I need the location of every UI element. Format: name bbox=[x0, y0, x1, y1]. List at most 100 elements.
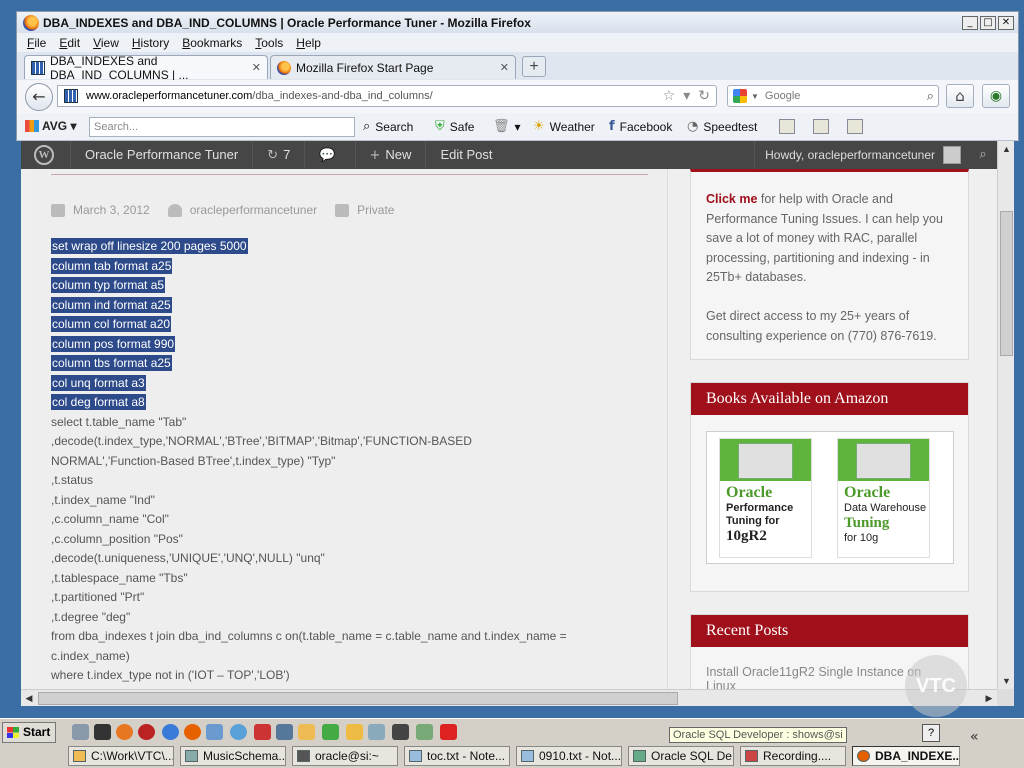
app-icon[interactable] bbox=[368, 724, 385, 740]
task-recording[interactable]: Recording.... bbox=[740, 746, 846, 766]
comments-link[interactable]: 💬 bbox=[304, 141, 354, 169]
google-icon[interactable] bbox=[733, 89, 747, 103]
site-identity-icon[interactable] bbox=[64, 89, 78, 103]
book-cover-data-warehouse[interactable]: Oracle Data Warehouse Tuning for 10g bbox=[837, 438, 930, 558]
tab-firefox-start[interactable]: Mozilla Firefox Start Page ✕ bbox=[270, 55, 516, 79]
back-button[interactable]: ← bbox=[25, 83, 53, 111]
speedtest-button[interactable]: ◔ Speedtest bbox=[687, 119, 757, 134]
task-0910-notepad[interactable]: 0910.txt - Not... bbox=[516, 746, 622, 766]
wordpress-icon[interactable]: W bbox=[34, 145, 54, 165]
home-button[interactable]: ⌂ bbox=[946, 84, 974, 108]
scroll-left-icon[interactable]: ◀ bbox=[21, 690, 37, 707]
post-date[interactable]: March 3, 2012 bbox=[73, 203, 150, 217]
url-bar[interactable]: www.oracleperformancetuner.com/dba_index… bbox=[57, 85, 717, 107]
new-content-link[interactable]: + New bbox=[354, 141, 426, 169]
filezilla-icon[interactable] bbox=[254, 724, 271, 740]
facebook-button[interactable]: f Facebook bbox=[609, 119, 672, 134]
new-tab-button[interactable]: + bbox=[522, 56, 546, 77]
tab-label: DBA_INDEXES and DBA_IND_COLUMNS | ... bbox=[50, 53, 189, 82]
task-oracle-terminal[interactable]: oracle@si:~ bbox=[292, 746, 398, 766]
scroll-thumb[interactable] bbox=[38, 692, 678, 705]
scroll-down-icon[interactable]: ▼ bbox=[998, 673, 1015, 689]
weather-icon: ☀ bbox=[533, 119, 545, 134]
bookmark-star-icon[interactable]: ☆ bbox=[663, 88, 676, 104]
weather-button[interactable]: ☀ Weather bbox=[533, 119, 595, 134]
scroll-right-icon[interactable]: ▶ bbox=[981, 690, 997, 707]
site-name-link[interactable]: Oracle Performance Tuner bbox=[70, 141, 252, 169]
menu-history[interactable]: History bbox=[132, 36, 169, 50]
menu-view[interactable]: View bbox=[93, 36, 119, 50]
search-placeholder: Google bbox=[764, 90, 801, 102]
code-line: ,t.index_name "Ind" bbox=[51, 492, 155, 507]
tab-label: Mozilla Firefox Start Page bbox=[296, 60, 434, 75]
tab-close-icon[interactable]: ✕ bbox=[252, 61, 261, 74]
scroll-thumb[interactable] bbox=[1000, 211, 1013, 356]
firefox-icon[interactable] bbox=[184, 724, 201, 740]
search-icon[interactable]: ⌕ bbox=[969, 141, 997, 169]
scroll-up-icon[interactable]: ▲ bbox=[998, 141, 1015, 157]
horizontal-scrollbar[interactable]: ◀ ▶ bbox=[21, 689, 997, 706]
edit-post-link[interactable]: Edit Post bbox=[425, 141, 506, 169]
post-status[interactable]: Private bbox=[357, 203, 394, 217]
eye-icon[interactable]: ◉ bbox=[982, 84, 1010, 108]
app-icon[interactable] bbox=[322, 724, 339, 740]
task-firefox[interactable]: DBA_INDEXE... bbox=[852, 746, 960, 766]
menu-tools[interactable]: Tools bbox=[255, 36, 283, 50]
quicklaunch-icon[interactable] bbox=[72, 724, 89, 740]
task-toc-notepad[interactable]: toc.txt - Note... bbox=[404, 746, 510, 766]
safe-button[interactable]: ⛨ Safe bbox=[435, 119, 474, 134]
avg-search-button[interactable]: ⌕ Search bbox=[363, 119, 413, 134]
avg-search-input[interactable]: Search... bbox=[89, 117, 355, 137]
code-block[interactable]: set wrap off linesize 200 pages 5000 col… bbox=[51, 237, 651, 686]
tab-dba-indexes[interactable]: DBA_INDEXES and DBA_IND_COLUMNS | ... ✕ bbox=[24, 53, 268, 82]
maximize-button[interactable]: □ bbox=[980, 15, 996, 30]
chevron-left-icon[interactable]: « bbox=[970, 729, 979, 745]
divider bbox=[51, 174, 648, 175]
menu-bookmarks[interactable]: Bookmarks bbox=[182, 36, 242, 50]
ie-icon[interactable] bbox=[162, 724, 179, 740]
search-input[interactable]: ▼ Google ⌕ bbox=[727, 85, 939, 107]
book-cover-performance-tuning[interactable]: Oracle Performance Tuning for 10gR2 bbox=[719, 438, 812, 558]
menu-edit[interactable]: Edit bbox=[59, 36, 80, 50]
post-author[interactable]: oracleperformancetuner bbox=[190, 203, 317, 217]
chevron-down-icon[interactable]: ▼ bbox=[751, 92, 759, 101]
close-button[interactable]: ✕ bbox=[998, 15, 1014, 30]
app-icon[interactable] bbox=[206, 724, 223, 740]
vtc-watermark: VTC bbox=[905, 655, 967, 717]
app-icon[interactable] bbox=[392, 724, 409, 740]
calculator-icon[interactable] bbox=[779, 119, 795, 134]
avg-logo[interactable]: AVG ▾ bbox=[25, 119, 76, 133]
reload-icon[interactable]: ↻ bbox=[698, 88, 710, 104]
taskbar: Start ? « C:\Work\VTC\... MusicSchema...… bbox=[0, 718, 1024, 768]
app-icon[interactable] bbox=[276, 724, 293, 740]
click-me-link[interactable]: Click me bbox=[706, 192, 757, 206]
menu-help[interactable]: Help bbox=[296, 36, 321, 50]
tab-close-icon[interactable]: ✕ bbox=[500, 61, 509, 74]
help-icon[interactable]: ? bbox=[922, 724, 940, 742]
app-icon[interactable] bbox=[440, 724, 457, 740]
folder-icon[interactable] bbox=[298, 724, 315, 740]
app-icon[interactable] bbox=[138, 724, 155, 740]
search-icon[interactable]: ⌕ bbox=[927, 89, 934, 104]
menu-file[interactable]: File bbox=[27, 36, 46, 50]
snipping-icon[interactable] bbox=[847, 119, 863, 134]
folder-icon bbox=[335, 203, 350, 217]
start-button[interactable]: Start bbox=[2, 722, 56, 743]
app-icon[interactable] bbox=[116, 724, 133, 740]
updates-link[interactable]: ↻ 7 bbox=[252, 141, 304, 169]
url-dropdown-icon[interactable]: ▾ bbox=[683, 88, 690, 104]
account-menu[interactable]: Howdy, oracleperformancetuner bbox=[754, 141, 969, 169]
vertical-scrollbar[interactable]: ▲ ▼ bbox=[997, 141, 1014, 689]
minimize-button[interactable]: _ bbox=[962, 15, 978, 30]
task-sql-developer[interactable]: Oracle SQL De... bbox=[628, 746, 734, 766]
notepad-icon[interactable] bbox=[813, 119, 829, 134]
task-musicschema[interactable]: MusicSchema.... bbox=[180, 746, 286, 766]
avatar bbox=[943, 146, 961, 164]
app-icon[interactable] bbox=[346, 724, 363, 740]
app-icon[interactable] bbox=[416, 724, 433, 740]
app-icon[interactable] bbox=[230, 724, 247, 740]
avg-toolbar: AVG ▾ Search... ⌕ Search ⛨ Safe 🗑 ▾ ☀ Weathe… bbox=[16, 113, 1019, 141]
trash-button[interactable]: 🗑 ▾ bbox=[493, 119, 521, 134]
console-icon[interactable] bbox=[94, 724, 111, 740]
task-explorer[interactable]: C:\Work\VTC\... bbox=[68, 746, 174, 766]
